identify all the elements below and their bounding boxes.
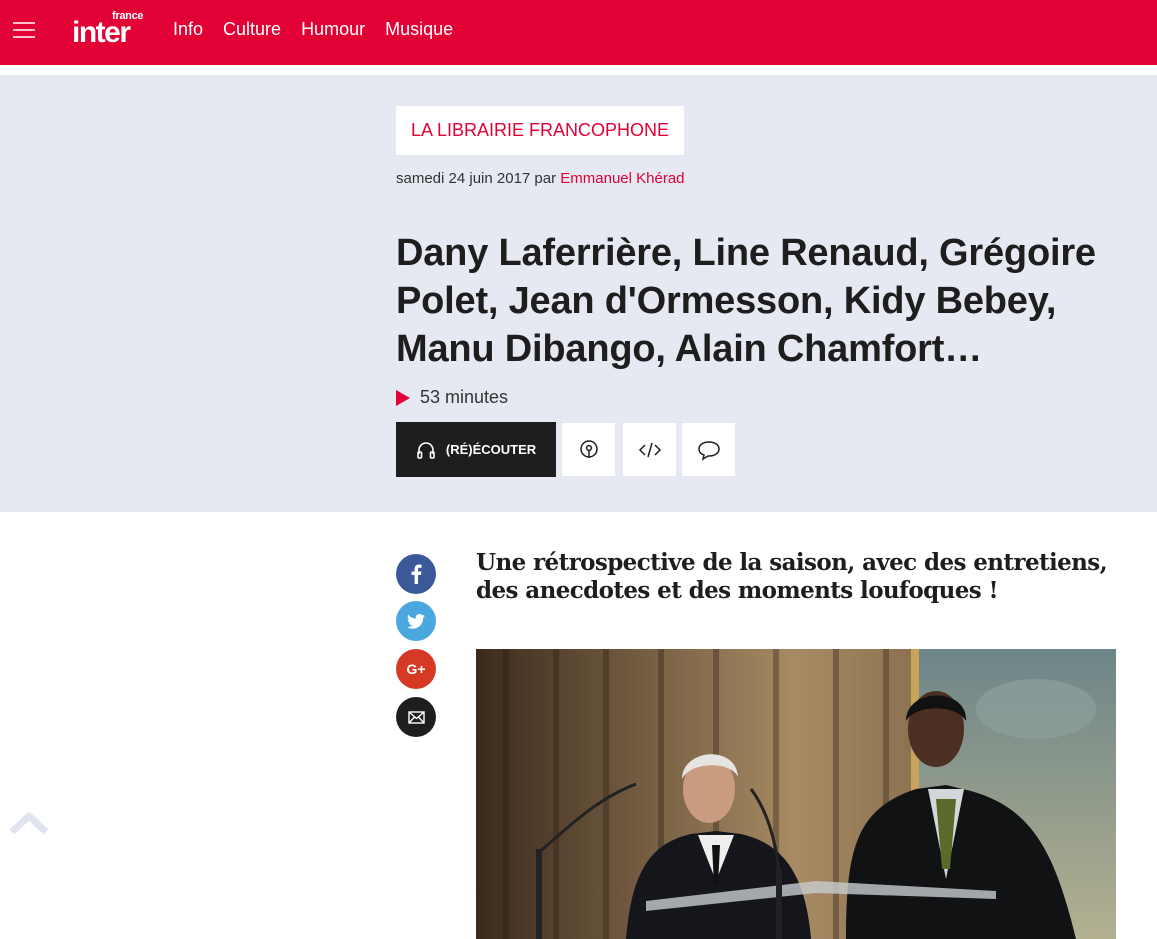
article-hero: LA LIBRAIRIE FRANCOPHONE samedi 24 juin … (0, 75, 1157, 512)
article-photo (476, 649, 1116, 939)
email-share-button[interactable] (396, 697, 436, 737)
duration: 53 minutes (396, 387, 508, 408)
embed-button[interactable] (623, 423, 676, 476)
listen-button[interactable]: (RÉ)ÉCOUTER (396, 422, 556, 477)
menu-icon[interactable] (13, 22, 35, 40)
byline: samedi 24 juin 2017 par Emmanuel Khérad (396, 170, 685, 187)
google-plus-share-button[interactable]: G+ (396, 649, 436, 689)
duration-text: 53 minutes (420, 387, 509, 407)
google-plus-icon: G+ (406, 661, 426, 677)
top-bar: france inter Info Culture Humour Musique (0, 0, 1157, 65)
embed-icon (638, 442, 661, 457)
france-inter-logo[interactable]: france inter (72, 10, 146, 50)
headphones-icon (417, 441, 435, 459)
comment-icon (697, 440, 720, 461)
page-title: Dany Laferrière, Line Renaud, Grégoire P… (396, 232, 1096, 370)
chevron-up-icon (9, 812, 49, 835)
listen-label: (RÉ)ÉCOUTER (445, 442, 537, 457)
facebook-share-button[interactable] (396, 554, 436, 594)
nav-item-humour[interactable]: Humour (301, 19, 365, 40)
email-icon (407, 710, 425, 724)
show-kicker-link[interactable]: LA LIBRAIRIE FRANCOPHONE (396, 106, 685, 155)
twitter-share-button[interactable] (396, 601, 436, 641)
twitter-icon (407, 613, 425, 629)
play-icon (396, 389, 410, 406)
podcast-button[interactable] (562, 423, 615, 476)
main-nav: Info Culture Humour Musique (173, 19, 453, 40)
publication-date: samedi 24 juin 2017 par (396, 170, 557, 187)
back-to-top-button[interactable] (8, 808, 50, 838)
nav-item-info[interactable]: Info (173, 19, 203, 40)
logo-big-text: inter (72, 16, 131, 49)
nav-item-culture[interactable]: Culture (223, 19, 281, 40)
author-link[interactable]: Emmanuel Khérad (560, 170, 684, 187)
podcast-icon (579, 439, 598, 458)
nav-item-musique[interactable]: Musique (385, 19, 453, 40)
comment-button[interactable] (682, 423, 735, 476)
article-lead: Une rétrospective de la saison, avec des… (476, 549, 1108, 604)
facebook-icon (411, 564, 422, 584)
